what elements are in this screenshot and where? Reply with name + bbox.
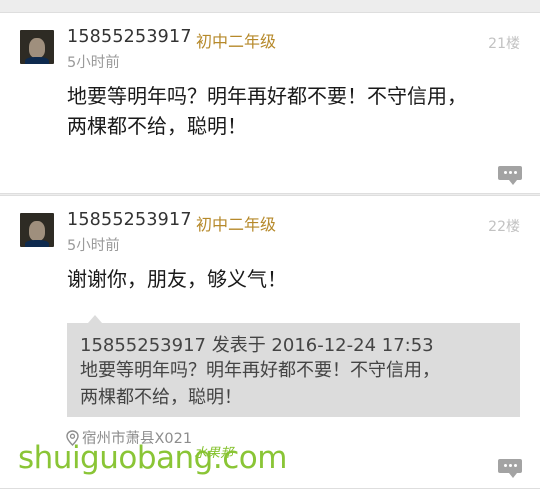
user-avatar[interactable] bbox=[20, 30, 54, 64]
watermark-logo-cn: 水果邦 bbox=[194, 446, 234, 461]
post-content-line: 两棵都不给，聪明！ bbox=[67, 114, 247, 138]
post-time: 5小时前 bbox=[67, 55, 120, 71]
floor-number: 21楼 bbox=[488, 36, 520, 52]
watermark-logo: shuiguobang.com bbox=[18, 440, 287, 476]
post-content: 谢谢你，朋友，够义气！ bbox=[67, 264, 507, 294]
post-content-line: 谢谢你，朋友，够义气！ bbox=[67, 267, 287, 291]
user-grade-badge: 初中二年级 bbox=[196, 215, 277, 234]
quote-line: 两棵都不给，聪明！ bbox=[80, 387, 242, 408]
floor-number: 22楼 bbox=[488, 219, 520, 235]
quote-body: 地要等明年吗？明年再好都不要！不守信用， 两棵都不给，聪明！ bbox=[80, 357, 510, 411]
username[interactable]: 15855253917 bbox=[67, 210, 192, 230]
username[interactable]: 15855253917 bbox=[67, 27, 192, 47]
quote-line: 地要等明年吗？明年再好都不要！不守信用， bbox=[80, 360, 440, 381]
post-time: 5小时前 bbox=[67, 238, 120, 254]
comment-icon[interactable] bbox=[498, 166, 522, 185]
user-grade-badge: 初中二年级 bbox=[196, 32, 277, 51]
post-content-line: 地要等明年吗？明年再好都不要！不守信用， bbox=[67, 84, 467, 108]
post-content: 地要等明年吗？明年再好都不要！不守信用， 两棵都不给，聪明！ bbox=[67, 81, 507, 141]
comment-icon[interactable] bbox=[498, 459, 522, 478]
quote-header: 15855253917 发表于 2016-12-24 17:53 bbox=[80, 335, 434, 356]
quoted-reply[interactable]: 15855253917 发表于 2016-12-24 17:53 地要等明年吗？… bbox=[67, 323, 520, 417]
comment-post-21: 15855253917 初中二年级 5小时前 21楼 地要等明年吗？明年再好都不… bbox=[0, 12, 540, 194]
user-avatar[interactable] bbox=[20, 213, 54, 247]
quote-pointer bbox=[88, 315, 102, 323]
